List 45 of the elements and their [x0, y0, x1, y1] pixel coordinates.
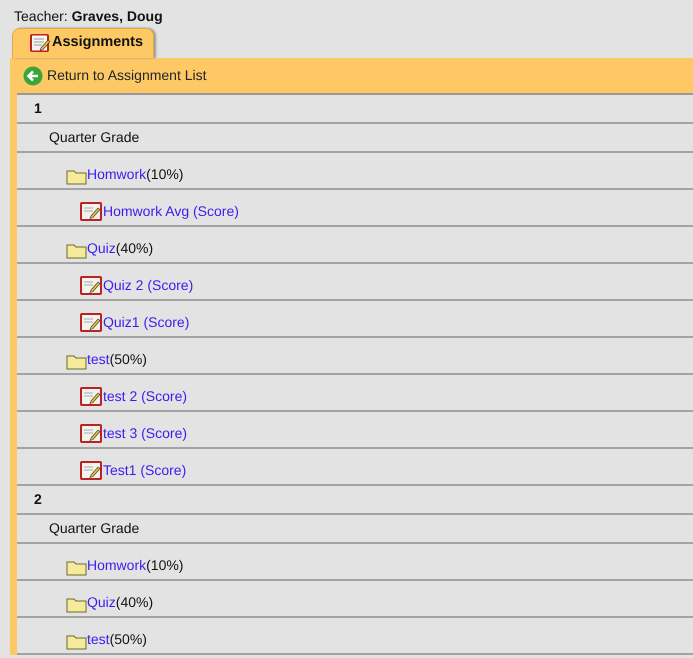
- category-link[interactable]: test: [87, 349, 110, 370]
- category-link[interactable]: Homwork: [87, 164, 146, 185]
- return-link[interactable]: Return to Assignment List: [47, 65, 207, 86]
- assignment-link[interactable]: Quiz1: [103, 312, 140, 333]
- teacher-name: Graves, Doug: [72, 8, 163, 24]
- score-type-link[interactable]: (Score): [147, 275, 194, 296]
- assignment-link[interactable]: Quiz 2: [103, 275, 144, 296]
- grade-label: Quarter Grade: [49, 519, 140, 538]
- score-type-link[interactable]: (Score): [143, 312, 190, 333]
- category-link[interactable]: test: [87, 629, 110, 650]
- assignment-icon: [80, 313, 103, 333]
- assignment-icon: [80, 387, 103, 407]
- folder-icon: [66, 596, 87, 613]
- category-weight: (40%): [116, 593, 154, 612]
- category-weight: (40%): [116, 239, 154, 258]
- category-weight: (10%): [146, 556, 184, 575]
- folder-icon: [66, 633, 87, 650]
- score-type-link[interactable]: (Score): [193, 201, 239, 222]
- assignment-link[interactable]: Homwork Avg: [103, 201, 190, 222]
- assignment-link[interactable]: Test1: [103, 460, 136, 481]
- assignment-icon: [80, 202, 103, 222]
- category-weight: (50%): [110, 350, 147, 369]
- category-link[interactable]: Quiz: [87, 592, 116, 613]
- score-type-link[interactable]: (Score): [141, 423, 188, 444]
- assignment-link[interactable]: test 3: [103, 423, 138, 444]
- term-number: 1: [34, 99, 42, 118]
- score-type-link[interactable]: (Score): [140, 460, 186, 481]
- category-link[interactable]: Homwork: [87, 555, 146, 576]
- assignment-icon: [80, 276, 103, 296]
- assignments-tab[interactable]: Assignments: [12, 28, 154, 58]
- grade-label: Quarter Grade: [49, 128, 140, 147]
- category-weight: (50%): [110, 630, 147, 649]
- folder-icon: [66, 353, 87, 370]
- assignment-link[interactable]: test 2: [103, 386, 138, 407]
- folder-icon: [66, 559, 87, 576]
- assignment-icon: [80, 461, 103, 481]
- score-type-link[interactable]: (Score): [141, 386, 188, 407]
- category-link[interactable]: Quiz: [87, 238, 116, 259]
- category-weight: (10%): [146, 165, 184, 184]
- term-number: 2: [34, 490, 42, 509]
- folder-icon: [66, 168, 87, 185]
- teacher-label: Teacher:: [14, 8, 68, 24]
- folder-icon: [66, 242, 87, 259]
- assignment-icon: [80, 424, 103, 444]
- notebook-icon: [29, 32, 51, 52]
